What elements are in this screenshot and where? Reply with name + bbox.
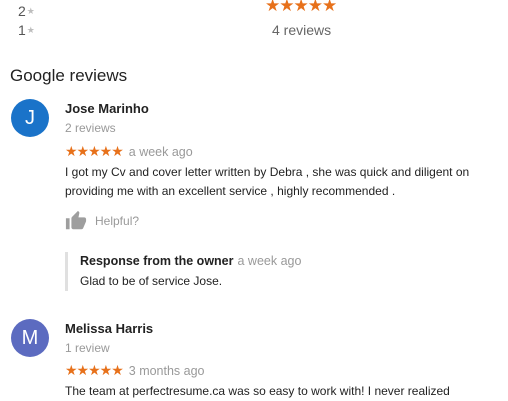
avatar-letter: J <box>25 106 35 129</box>
reviewer-name[interactable]: Jose Marinho <box>65 101 149 116</box>
reviewer-review-count[interactable]: 2 reviews <box>65 121 116 135</box>
review-stars: ★★★★★ <box>65 362 124 378</box>
review-stars: ★★★★★ <box>65 143 124 159</box>
owner-response-text: Glad to be of service Jose. <box>80 274 223 288</box>
reviewer-review-count[interactable]: 1 review <box>65 341 110 355</box>
section-title: Google reviews <box>10 66 128 85</box>
helpful-label: Helpful? <box>95 214 140 228</box>
thumbs-up-icon <box>65 210 87 230</box>
aggregate-stars: ★★★★★ <box>265 0 337 15</box>
owner-response-header: Response from the owner a week ago <box>80 252 500 270</box>
review-rating: ★★★★★ a week ago <box>65 143 193 160</box>
helpful-button[interactable]: Helpful? <box>65 210 139 232</box>
star-icon: ★ <box>26 6 35 16</box>
review-time: 3 months ago <box>128 364 205 378</box>
star-icon: ★ <box>26 25 35 35</box>
review-time: a week ago <box>128 145 193 159</box>
avatar[interactable]: M <box>11 319 49 357</box>
avatar-letter: M <box>21 326 39 349</box>
avatar[interactable]: J <box>11 99 49 137</box>
owner-response: Response from the owner a week ago Glad t… <box>65 252 500 291</box>
owner-response-time: a week ago <box>237 254 302 268</box>
review-text: The team at perfectresume.ca was so easy… <box>65 384 450 398</box>
rating-distribution-row-1: 1★ <box>18 22 35 38</box>
aggregate-review-count[interactable]: 4 reviews <box>272 22 331 38</box>
rating-distribution-row-2: 2★ <box>18 3 35 19</box>
reviewer-name[interactable]: Melissa Harris <box>65 321 153 336</box>
distribution-label: 2 <box>18 3 26 19</box>
distribution-label: 1 <box>18 22 26 38</box>
review-rating: ★★★★★ 3 months ago <box>65 362 205 379</box>
review-text: I got my Cv and cover letter written by … <box>65 165 470 198</box>
owner-response-title: Response from the owner <box>80 254 234 268</box>
